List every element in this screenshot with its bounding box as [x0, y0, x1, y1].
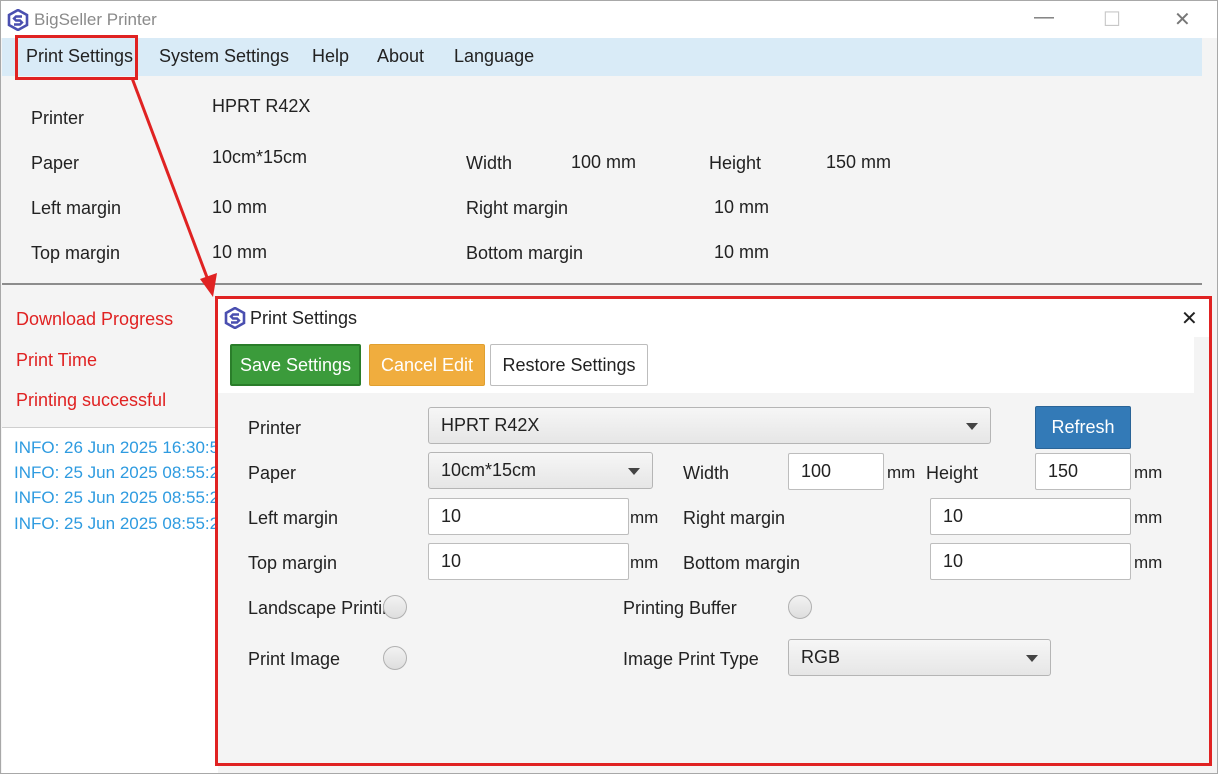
dialog-top-margin-label: Top margin: [248, 553, 338, 573]
right-margin-input[interactable]: 10: [930, 498, 1131, 535]
bigseller-logo-icon: [7, 9, 29, 31]
top-margin-label: Top margin: [31, 243, 121, 263]
chevron-down-icon: [966, 422, 978, 430]
dialog-height-label: Height: [926, 463, 979, 483]
menu-about[interactable]: About: [377, 46, 424, 67]
paper-select[interactable]: 10cm*15cm: [428, 452, 653, 489]
left-margin-value: 10 mm: [212, 197, 268, 217]
highlight-box: [15, 35, 138, 80]
top-margin-unit: mm: [630, 553, 659, 572]
top-margin-value: 10 mm: [212, 242, 268, 262]
maximize-button[interactable]: ☐: [1103, 7, 1121, 32]
printing-result-label: Printing successful: [16, 390, 167, 410]
bottom-margin-unit: mm: [1134, 553, 1163, 572]
image-print-type-value: RGB: [801, 647, 841, 667]
dialog-title: Print Settings: [250, 308, 358, 328]
dialog-width-label: Width: [683, 463, 730, 483]
log-line: INFO: 26 Jun 2025 16:30:5: [14, 438, 218, 457]
save-settings-button[interactable]: Save Settings: [230, 344, 361, 386]
printing-buffer-radio[interactable]: [788, 595, 812, 619]
minimize-button[interactable]: —: [1034, 6, 1054, 29]
landscape-printing-label: Landscape Printin: [248, 598, 388, 618]
paper-value: 10cm*15cm: [212, 147, 308, 167]
width-label: Width: [466, 153, 513, 173]
image-print-type-select[interactable]: RGB: [788, 639, 1051, 676]
right-margin-unit: mm: [1134, 508, 1163, 527]
menu-system-settings[interactable]: System Settings: [159, 46, 289, 67]
width-unit: mm: [887, 463, 916, 482]
printer-label: Printer: [31, 108, 85, 128]
paper-label: Paper: [31, 153, 80, 173]
title-bar: BigSeller Printer — ☐ ✕: [1, 1, 1217, 38]
width-value: 100 mm: [571, 152, 637, 172]
menu-bar: Print Settings System Settings Help Abou…: [2, 38, 1202, 76]
dialog-bottom-margin-label: Bottom margin: [683, 553, 801, 573]
log-line: INFO: 25 Jun 2025 08:55:2: [14, 463, 218, 482]
download-progress-label: Download Progress: [16, 309, 174, 329]
right-margin-value: 10 mm: [714, 197, 770, 217]
print-settings-dialog: Print Settings ✕ Save Settings Cancel Ed…: [215, 296, 1212, 766]
right-margin-label: Right margin: [466, 198, 569, 218]
height-input[interactable]: 150: [1035, 453, 1131, 490]
bigseller-logo-icon: [224, 307, 246, 329]
refresh-button[interactable]: Refresh: [1035, 406, 1131, 449]
landscape-printing-radio[interactable]: [383, 595, 407, 619]
bottom-margin-input[interactable]: 10: [930, 543, 1131, 580]
log-pane[interactable]: INFO: 26 Jun 2025 16:30:5 INFO: 25 Jun 2…: [2, 427, 218, 773]
menu-help[interactable]: Help: [312, 46, 349, 67]
left-margin-label: Left margin: [31, 198, 122, 218]
chevron-down-icon: [1026, 654, 1038, 662]
chevron-down-icon: [628, 467, 640, 475]
top-margin-input[interactable]: 10: [428, 543, 629, 580]
log-line: INFO: 25 Jun 2025 08:55:2: [14, 514, 218, 533]
paper-select-value: 10cm*15cm: [441, 460, 537, 480]
image-print-type-label: Image Print Type: [623, 649, 759, 669]
height-label: Height: [709, 153, 762, 173]
section-divider: [2, 283, 1202, 285]
restore-settings-button[interactable]: Restore Settings: [490, 344, 648, 386]
print-time-label: Print Time: [16, 350, 98, 370]
dialog-right-margin-label: Right margin: [683, 508, 786, 528]
dialog-close-button[interactable]: ✕: [1181, 306, 1198, 331]
printing-buffer-label: Printing Buffer: [623, 598, 737, 618]
height-unit: mm: [1134, 463, 1163, 482]
width-input[interactable]: 100: [788, 453, 884, 490]
print-image-label: Print Image: [248, 649, 341, 669]
print-image-radio[interactable]: [383, 646, 407, 670]
printer-select[interactable]: HPRT R42X: [428, 407, 991, 444]
bottom-margin-label: Bottom margin: [466, 243, 584, 263]
cancel-edit-button[interactable]: Cancel Edit: [369, 344, 485, 386]
printer-value: HPRT R42X: [212, 96, 311, 116]
dialog-toolbar: [218, 337, 1194, 393]
dialog-paper-label: Paper: [248, 463, 297, 483]
menu-language[interactable]: Language: [454, 46, 534, 67]
close-button[interactable]: ✕: [1174, 7, 1191, 32]
log-line: INFO: 25 Jun 2025 08:55:2: [14, 488, 218, 507]
dialog-title-bar: Print Settings ✕: [218, 299, 1209, 337]
bottom-margin-value: 10 mm: [714, 242, 770, 262]
left-margin-unit: mm: [630, 508, 659, 527]
height-value: 150 mm: [826, 152, 892, 172]
dialog-left-margin-label: Left margin: [248, 508, 339, 528]
printer-select-value: HPRT R42X: [441, 415, 540, 435]
dialog-printer-label: Printer: [248, 418, 302, 438]
app-title: BigSeller Printer: [34, 10, 157, 29]
left-margin-input[interactable]: 10: [428, 498, 629, 535]
